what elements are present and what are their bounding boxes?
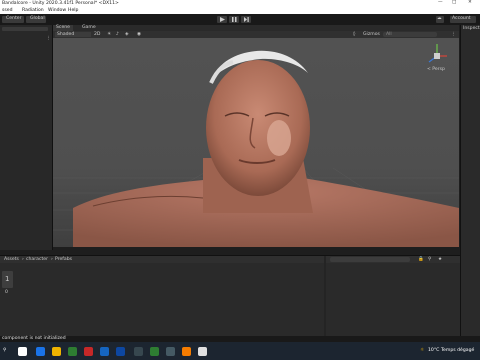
lighting-icon[interactable]: ☀	[107, 32, 111, 38]
shading-mode-dropdown[interactable]: Shaded	[55, 32, 91, 37]
pause-icon	[232, 17, 237, 22]
scene-menu-icon[interactable]: ⋮	[451, 32, 456, 38]
tab-inspector[interactable]: Inspect	[463, 26, 480, 32]
star-icon[interactable]: ★	[438, 257, 442, 263]
scene-search-placeholder: All	[386, 31, 392, 37]
weather-icon: ☼	[420, 348, 425, 353]
app-icon-1[interactable]	[68, 347, 77, 356]
hierarchy-menu-icon[interactable]: ⋮	[46, 36, 51, 42]
weather-desc: Temps dégagé	[441, 348, 475, 353]
weather-temp: 10°C	[428, 348, 440, 353]
gizmos-dropdown[interactable]: Gizmos	[363, 32, 380, 38]
app-icon-2[interactable]	[134, 347, 143, 356]
hierarchy-panel: ⋮	[0, 25, 53, 250]
tab-game-label: Game	[82, 25, 96, 30]
breadcrumb-prefabs[interactable]: Prefabs	[55, 257, 72, 263]
app-icon-4[interactable]	[166, 347, 175, 356]
title-bar: Bandalcore - Unity 2020.3.41f1 Personal*…	[0, 0, 480, 8]
pivot-label: Center	[6, 16, 22, 21]
tab-scene-label: Scene	[56, 25, 71, 30]
project-item-label: 0	[5, 290, 8, 295]
pause-button[interactable]	[229, 16, 239, 23]
scene-search-input[interactable]: All	[383, 32, 437, 37]
scene-viewport[interactable]: < Persp	[53, 38, 459, 247]
step-button[interactable]	[241, 16, 251, 23]
hierarchy-search[interactable]	[2, 27, 48, 31]
windows-taskbar: ⚲ ☼ 10°C Temps dégagé	[0, 342, 480, 360]
play-button[interactable]	[217, 16, 227, 23]
step-icon	[244, 17, 249, 22]
edge-icon[interactable]	[100, 347, 109, 356]
audio-icon[interactable]: ♪	[116, 32, 119, 38]
task-view-icon[interactable]	[36, 347, 45, 356]
file-explorer-icon[interactable]	[52, 347, 61, 356]
main-toolbar: Center Global ☁ Account	[0, 14, 480, 25]
account-dropdown[interactable]: Account	[450, 16, 476, 23]
close-button[interactable]: ✕	[468, 0, 472, 6]
breadcrumb-character[interactable]: character	[26, 257, 48, 263]
global-label: Global	[30, 16, 45, 21]
pivot-toggle[interactable]: Center	[2, 16, 24, 23]
cloud-button[interactable]: ☁	[436, 16, 444, 23]
minimize-button[interactable]: —	[438, 0, 443, 6]
breadcrumb-chevron-icon: ›	[51, 256, 53, 262]
project-item[interactable]: 1	[2, 271, 13, 288]
inspector-panel: Inspect	[460, 25, 480, 342]
search-icon[interactable]: ⚲	[3, 348, 6, 354]
window-title: Bandalcore - Unity 2020.3.41f1 Personal*…	[2, 1, 119, 6]
hidden-objects-icon[interactable]: ◉	[137, 32, 141, 38]
gizmo-view-label[interactable]: < Persp	[427, 67, 445, 73]
unity-icon[interactable]	[198, 347, 207, 356]
opera-icon[interactable]	[84, 347, 93, 356]
cloud-icon: ☁	[437, 16, 442, 21]
maximize-button[interactable]: □	[452, 0, 456, 6]
project-header: Assets › character › Prefabs 🔒 ⚲ ★	[0, 256, 460, 263]
filter-icon[interactable]: ⚲	[428, 257, 431, 263]
scene-render	[53, 38, 459, 247]
project-search-input[interactable]	[330, 257, 410, 262]
lock-icon[interactable]: 🔒	[418, 257, 424, 263]
play-icon	[220, 17, 225, 22]
photoshop-icon[interactable]	[116, 347, 125, 356]
breadcrumb-chevron-icon: ›	[22, 256, 24, 262]
shading-mode-label: Shaded	[57, 31, 75, 37]
breadcrumb-assets[interactable]: Assets	[4, 257, 19, 263]
project-item-thumbnail: 1	[5, 275, 10, 283]
panel-divider	[324, 256, 326, 343]
blender-icon[interactable]	[182, 347, 191, 356]
effects-icon[interactable]: ◈	[125, 32, 129, 38]
scene-camera-icon[interactable]: ◊	[353, 32, 355, 38]
mode-2d-toggle[interactable]: 2D	[94, 32, 100, 38]
search-box[interactable]	[18, 347, 27, 356]
app-icon-3[interactable]	[150, 347, 159, 356]
global-toggle[interactable]: Global	[26, 16, 46, 23]
project-panel: Assets › character › Prefabs 🔒 ⚲ ★ 1 0	[0, 255, 460, 343]
account-label: Account	[452, 16, 471, 21]
